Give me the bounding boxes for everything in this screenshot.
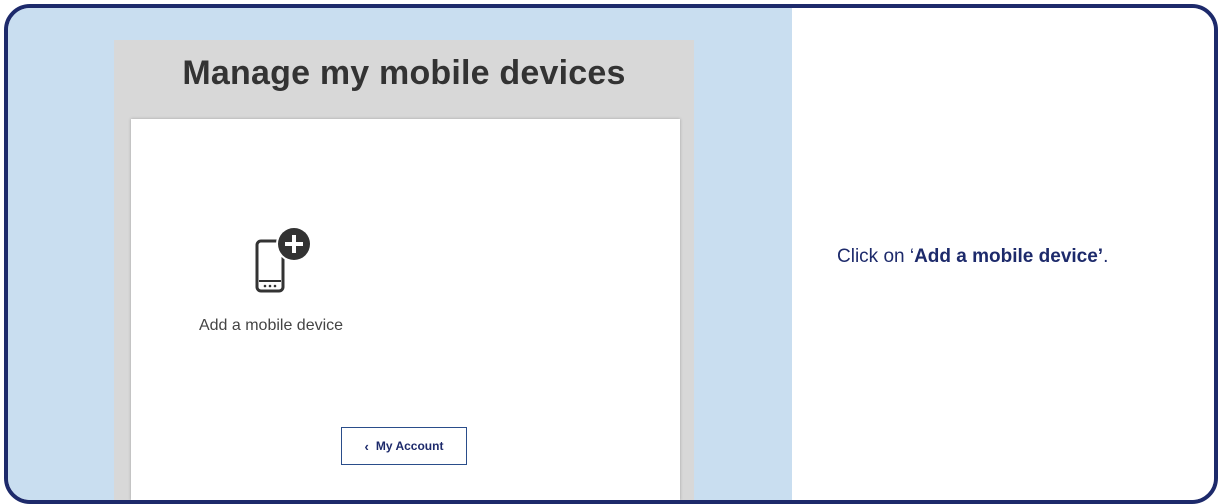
- screenshot-panel: Manage my mobile devices Add a mobile de…: [8, 8, 792, 500]
- my-account-button[interactable]: ‹ My Account: [341, 427, 467, 465]
- chevron-left-icon: ‹: [364, 438, 369, 454]
- instruction-suffix: .: [1103, 246, 1109, 267]
- mobile-add-icon: [255, 227, 312, 293]
- instruction-prefix: Click on ‘: [837, 246, 915, 267]
- instruction-emphasis: Add a mobile device’: [914, 246, 1104, 267]
- my-account-label: My Account: [375, 439, 444, 453]
- devices-card: Add a mobile device ‹ My Account: [131, 119, 680, 500]
- instruction-frame: Manage my mobile devices Add a mobile de…: [4, 4, 1218, 504]
- app-screenshot: Manage my mobile devices Add a mobile de…: [114, 40, 694, 500]
- instruction-text: Click on ‘Add a mobile device’.: [837, 246, 1108, 268]
- instruction-panel: Click on ‘Add a mobile device’.: [792, 8, 1214, 500]
- add-mobile-device-label: Add a mobile device: [198, 317, 344, 334]
- add-mobile-device-button[interactable]: Add a mobile device: [171, 227, 371, 347]
- page-title: Manage my mobile devices: [182, 54, 626, 92]
